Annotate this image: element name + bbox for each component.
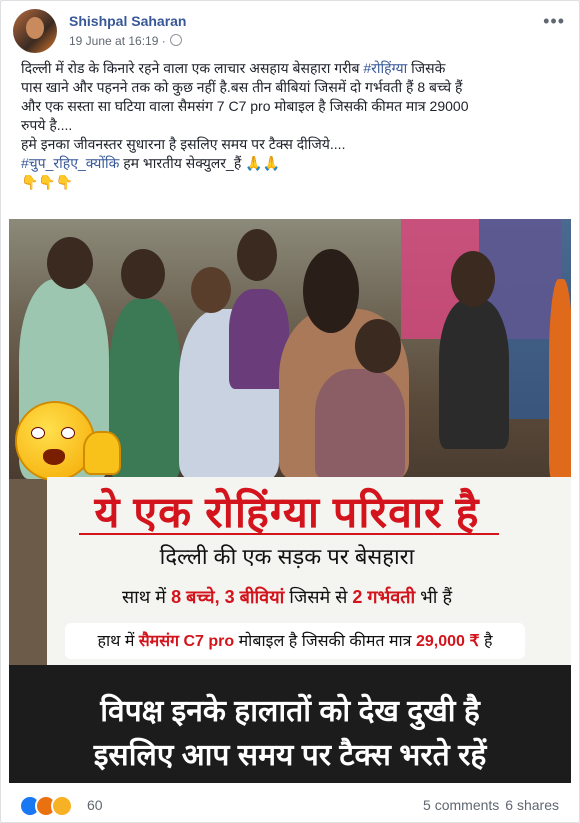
post-text-line: हमे इनका जीवनस्तर सुधारना है इसलिए समय प… — [21, 136, 346, 152]
text-span: सैमसंग C7 pro — [138, 633, 235, 650]
hashtag-rohingya[interactable]: #रोहिंग्या — [363, 60, 407, 76]
avatar[interactable] — [13, 9, 57, 53]
post-timestamp[interactable]: 19 June at 16:19 · — [69, 34, 182, 48]
eye — [31, 427, 45, 439]
image-title: ये एक रोहिंग्या परिवार है — [94, 489, 480, 537]
head — [191, 267, 231, 313]
woman-figure — [439, 299, 509, 449]
image-line-2: साथ में 8 बच्चे, 3 बीवियां जिसमे से 2 गर… — [47, 585, 527, 609]
thumbs-up-icon — [83, 431, 121, 475]
text-span: हाथ में — [97, 633, 139, 650]
banner-line-2: इसलिए आप समय पर टैक्स भरते रहें — [93, 739, 487, 772]
post-footer: 60 5 comments 6 shares — [1, 789, 579, 821]
post-stats: 5 comments 6 shares — [417, 797, 559, 813]
head — [303, 249, 359, 333]
more-options-icon[interactable]: ••• — [543, 11, 565, 32]
post-text-line: पास खाने और पहनने तक को कुछ नहीं है.बस त… — [21, 79, 463, 95]
post-text-line: रुपये है.... — [21, 117, 73, 133]
globe-icon — [169, 34, 182, 46]
reactions[interactable] — [19, 795, 73, 817]
eye — [61, 427, 75, 439]
post-text-line: और एक सस्ता सा घटिया वाला सैमसंग 7 C7 pr… — [21, 98, 469, 114]
text-span: जिसके — [407, 60, 446, 76]
text-span: जिसमे से — [284, 587, 353, 607]
child-figure — [315, 369, 405, 479]
text-span: मोबाइल है जिसकी कीमत मात्र — [234, 633, 416, 650]
adult-figure — [549, 279, 571, 479]
post-text-line: 👇👇👇 — [21, 174, 74, 190]
head — [121, 249, 165, 299]
banner-line-1: विपक्ष इनके हालातों को देख दुखी है — [100, 695, 480, 728]
post-header: Shishpal Saharan 19 June at 16:19 · ••• — [13, 9, 569, 53]
post-image[interactable]: ये एक रोहिंग्या परिवार है दिल्ली की एक स… — [9, 219, 571, 783]
post-card: Shishpal Saharan 19 June at 16:19 · ••• … — [0, 0, 580, 823]
text-span: भी हैं — [415, 587, 453, 607]
hashtag-chup-rahiye[interactable]: #चुप_रहिए_क्योंकि — [21, 155, 119, 171]
text-span: 2 गर्भवती — [352, 587, 416, 607]
title-underline — [79, 533, 499, 535]
head — [355, 319, 401, 373]
text-span: दिल्ली में रोड के किनारे रहने वाला एक ला… — [21, 60, 364, 76]
author-name[interactable]: Shishpal Saharan — [69, 13, 186, 29]
text-span: 29,000 ₹ — [415, 633, 480, 650]
text-span: हम भारतीय सेक्युलर_हैं 🙏🙏 — [119, 155, 281, 171]
reaction-count[interactable]: 60 — [87, 797, 103, 813]
mouth — [43, 449, 65, 465]
head — [47, 237, 93, 289]
post-text-line: दिल्ली में रोड के किनारे रहने वाला एक ला… — [21, 59, 561, 78]
text-span: है — [479, 633, 493, 650]
head — [451, 251, 495, 307]
image-line-3: हाथ में सैमसंग C7 pro मोबाइल है जिसकी की… — [65, 629, 525, 651]
text-span: साथ में — [121, 587, 172, 607]
text-span: 8 बच्चे, 3 बीवियां — [171, 587, 285, 607]
image-line-1: दिल्ली की एक सड़क पर बेसहारा — [159, 544, 415, 569]
post-text-line: #चुप_रहिए_क्योंकि हम भारतीय सेक्युलर_हैं… — [21, 154, 561, 173]
post-text: दिल्ली में रोड के किनारे रहने वाला एक ला… — [21, 59, 561, 192]
timestamp-text[interactable]: 19 June at 16:19 · — [69, 34, 166, 48]
head — [237, 229, 277, 281]
shares-link[interactable]: 6 shares — [505, 797, 559, 813]
haha-reaction-icon — [51, 795, 73, 817]
comments-link[interactable]: 5 comments — [423, 797, 499, 813]
